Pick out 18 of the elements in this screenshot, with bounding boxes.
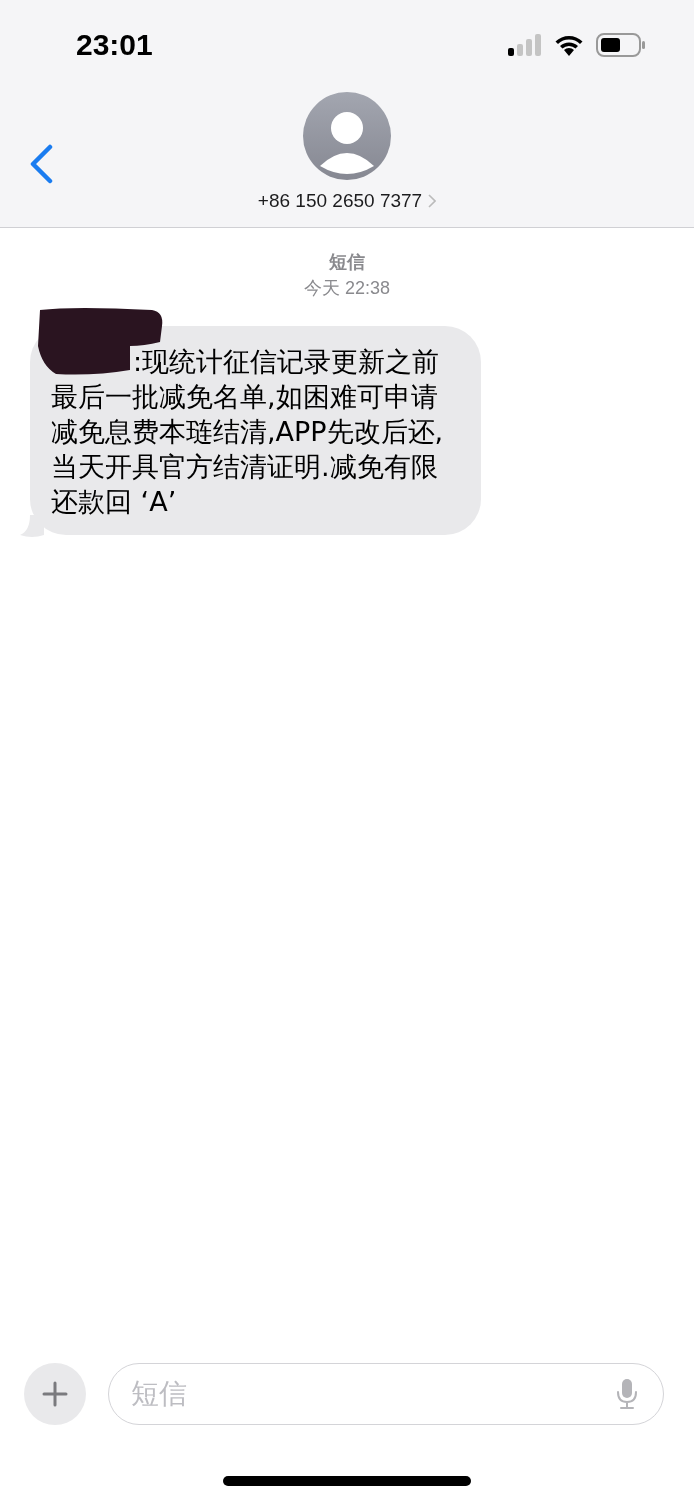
- avatar-icon[interactable]: [303, 92, 391, 180]
- message-timestamp: 今天 22:38: [303, 277, 390, 300]
- plus-icon: [42, 1381, 68, 1407]
- chevron-icon: [428, 194, 437, 208]
- message-field[interactable]: 短信: [108, 1363, 664, 1425]
- battery-icon: [596, 33, 646, 57]
- wifi-icon: [554, 34, 584, 56]
- microphone-icon[interactable]: [616, 1378, 638, 1410]
- back-button[interactable]: [28, 144, 54, 184]
- message-line: 最后一批减免名单,如困难可申请: [51, 380, 438, 414]
- message-line: :现统计征信记录更新之前: [133, 345, 440, 379]
- message-line: 当天开具官方结清证明.减免有限: [51, 450, 438, 484]
- message-line: 还款回 ‘A’: [51, 485, 177, 519]
- service-label: 短信: [329, 251, 365, 274]
- contact-number[interactable]: +86 150 2650 7377: [257, 190, 437, 212]
- status-time: 23:01: [76, 28, 153, 62]
- message-line: 减免息费本琏结清,APP先改后还,: [51, 415, 444, 449]
- signal-icon: [508, 34, 542, 56]
